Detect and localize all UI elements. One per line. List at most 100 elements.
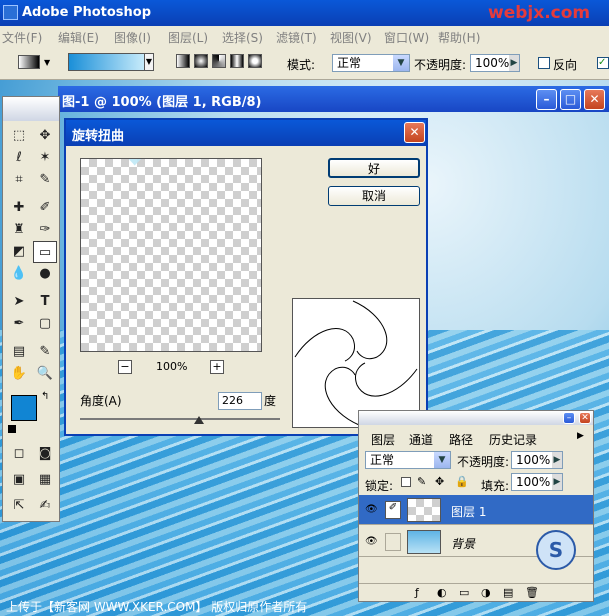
notes-tool-icon[interactable]: ▤ xyxy=(7,341,31,363)
layer-opacity-arrow-icon[interactable]: ▶ xyxy=(552,452,562,468)
linear-gradient-icon[interactable] xyxy=(176,54,190,68)
adjustment-layer-icon[interactable]: ◑ xyxy=(481,586,491,599)
quick-mask-icon[interactable]: ◙ xyxy=(33,443,57,465)
mode-select[interactable]: 正常 ▼ xyxy=(332,54,410,72)
pen-tool-icon[interactable]: ✒ xyxy=(7,313,31,335)
shape-tool-icon[interactable]: ▢ xyxy=(33,313,57,335)
dialog-close-button[interactable]: ✕ xyxy=(404,122,425,143)
dodge-tool-icon[interactable]: ● xyxy=(33,263,57,285)
minimize-button[interactable]: – xyxy=(536,89,557,110)
zoom-out-button[interactable]: − xyxy=(118,360,132,374)
lock-pixels-icon[interactable]: ✎ xyxy=(417,475,426,488)
type-tool-icon[interactable]: T xyxy=(33,291,57,313)
toolbox: ⬚ ✥ ℓ ✶ ⌗ ✎ ✚ ✐ ♜ ✑ ◩ ▭ 💧 ● ➤ T ✒ ▢ ▤ ✎ … xyxy=(2,96,60,522)
default-colors-icon[interactable] xyxy=(8,425,16,433)
zoom-in-button[interactable]: + xyxy=(210,360,224,374)
new-layer-icon[interactable]: ▤ xyxy=(503,586,513,599)
toolbox-header xyxy=(3,97,59,121)
lock-label: 锁定: xyxy=(365,479,394,493)
healing-brush-icon[interactable]: ✚ xyxy=(7,197,31,219)
tab-channels[interactable]: 通道 xyxy=(409,431,433,448)
marquee-tool-icon[interactable]: ⬚ xyxy=(7,125,31,147)
opacity-arrow-icon[interactable]: ▶ xyxy=(509,55,519,71)
reflected-gradient-icon[interactable] xyxy=(230,54,244,68)
layer-name: 背景 xyxy=(451,537,476,551)
eye-icon[interactable]: 👁 xyxy=(365,504,378,515)
menu-help[interactable]: 帮助(H) xyxy=(438,29,480,46)
eraser-tool-icon[interactable]: ◩ xyxy=(7,241,31,263)
lock-all-icon[interactable]: 🔒 xyxy=(455,475,469,488)
trash-icon[interactable]: 🗑 xyxy=(525,586,539,599)
fullscreen-mode-icon[interactable]: ▦ xyxy=(33,469,57,491)
diamond-gradient-icon[interactable] xyxy=(248,54,262,68)
maximize-button[interactable]: □ xyxy=(560,89,581,110)
close-button[interactable]: ✕ xyxy=(584,89,605,110)
tab-layers[interactable]: 图层 xyxy=(371,431,395,448)
blend-mode-select[interactable]: 正常 ▼ xyxy=(365,451,451,469)
dither-checkbox[interactable]: ✓ xyxy=(597,57,609,69)
eyedropper-icon[interactable]: ✎ xyxy=(33,341,57,363)
edit-icon[interactable]: ✍ xyxy=(33,495,57,517)
gradient-tool-icon[interactable] xyxy=(18,55,40,69)
menu-filter[interactable]: 滤镜(T) xyxy=(276,29,317,46)
screen-mode-icon[interactable]: ▣ xyxy=(7,469,31,491)
swap-colors-icon[interactable]: ↰ xyxy=(41,391,49,402)
crop-tool-icon[interactable]: ⌗ xyxy=(7,169,31,191)
layer-style-icon[interactable]: ƒ xyxy=(415,586,419,599)
brush-link-icon[interactable]: ✐ xyxy=(385,501,401,519)
folder-icon[interactable]: ▭ xyxy=(459,586,469,599)
twirl-shape-preview xyxy=(292,298,420,428)
eye-icon[interactable]: 👁 xyxy=(365,536,378,547)
angle-slider-thumb[interactable] xyxy=(194,416,204,424)
standard-mode-icon[interactable]: ◻ xyxy=(7,443,31,465)
clone-stamp-icon[interactable]: ♜ xyxy=(7,219,31,241)
opacity-input[interactable]: 100% ▶ xyxy=(470,54,520,72)
jump-to-imageready-icon[interactable]: ⇱ xyxy=(7,495,31,517)
fill-input[interactable]: 100% ▶ xyxy=(511,473,563,491)
mask-icon[interactable]: ◐ xyxy=(437,586,447,599)
foreground-color-swatch[interactable] xyxy=(11,395,37,421)
panel-minimize-button[interactable]: – xyxy=(563,412,575,424)
menu-image[interactable]: 图像(I) xyxy=(114,29,151,46)
history-brush-icon[interactable]: ✑ xyxy=(33,219,57,241)
panel-close-button[interactable]: ✕ xyxy=(579,412,591,424)
brush-tool-icon[interactable]: ✐ xyxy=(33,197,57,219)
menu-select[interactable]: 选择(S) xyxy=(222,29,263,46)
fill-arrow-icon[interactable]: ▶ xyxy=(552,474,562,490)
menu-window[interactable]: 窗口(W) xyxy=(384,29,429,46)
angle-gradient-icon[interactable] xyxy=(212,54,226,68)
gradient-tool-icon-selected[interactable]: ▭ xyxy=(33,241,57,263)
menu-view[interactable]: 视图(V) xyxy=(330,29,372,46)
reverse-checkbox[interactable] xyxy=(538,57,550,69)
hand-tool-icon[interactable]: ✋ xyxy=(7,363,31,385)
panel-menu-icon[interactable]: ▶ xyxy=(577,431,584,441)
lock-transparency-icon[interactable] xyxy=(401,477,411,487)
lasso-tool-icon[interactable]: ℓ xyxy=(7,147,31,169)
layer-row-1[interactable]: 👁 ✐ 图层 1 xyxy=(359,495,593,525)
preview-area[interactable] xyxy=(80,158,262,352)
radial-gradient-icon[interactable] xyxy=(194,54,208,68)
tab-history[interactable]: 历史记录 xyxy=(489,431,537,448)
slice-tool-icon[interactable]: ✎ xyxy=(33,169,57,191)
gradient-picker[interactable] xyxy=(68,53,146,71)
zoom-tool-icon[interactable]: 🔍 xyxy=(33,363,57,385)
menu-layer[interactable]: 图层(L) xyxy=(168,29,208,46)
move-tool-icon[interactable]: ✥ xyxy=(33,125,57,147)
ok-button[interactable]: 好 xyxy=(328,158,420,178)
layer-opacity-input[interactable]: 100% ▶ xyxy=(511,451,563,469)
magic-wand-icon[interactable]: ✶ xyxy=(33,147,57,169)
tool-preset-arrow-icon[interactable]: ▼ xyxy=(44,58,50,67)
menu-file[interactable]: 文件(F) xyxy=(2,29,42,46)
link-slot[interactable] xyxy=(385,533,401,551)
layers-footer: ƒ ◐ ▭ ◑ ▤ 🗑 xyxy=(359,583,593,601)
tab-paths[interactable]: 路径 xyxy=(449,431,473,448)
blur-tool-icon[interactable]: 💧 xyxy=(7,263,31,285)
cancel-button[interactable]: 取消 xyxy=(328,186,420,206)
angle-input[interactable]: 226 xyxy=(218,392,262,410)
gradient-dropdown-icon[interactable]: ▼ xyxy=(144,53,154,71)
path-select-icon[interactable]: ➤ xyxy=(7,291,31,313)
angle-slider-track[interactable] xyxy=(80,418,280,420)
menu-edit[interactable]: 编辑(E) xyxy=(58,29,99,46)
lock-position-icon[interactable]: ✥ xyxy=(435,475,444,488)
fill-label: 填充: xyxy=(481,479,510,493)
